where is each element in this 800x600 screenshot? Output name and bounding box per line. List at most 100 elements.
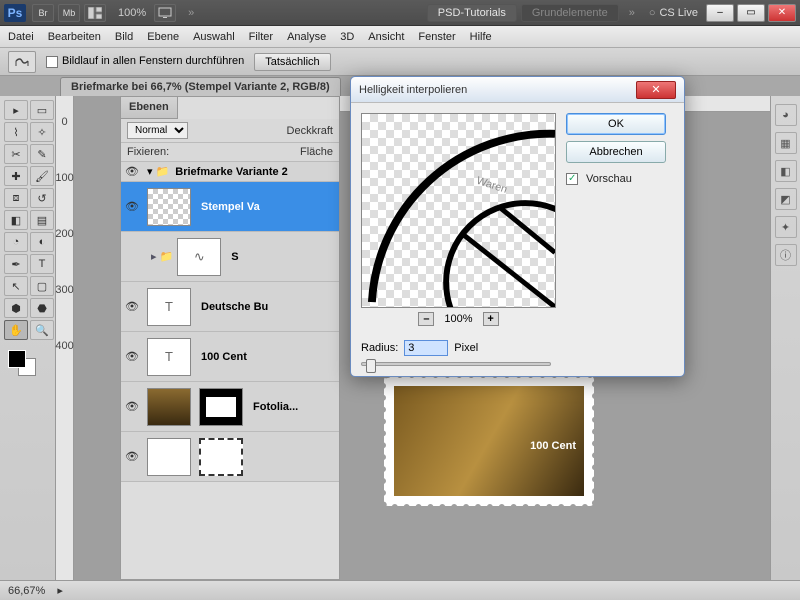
shape-tool-icon[interactable]: ▢ [30,276,54,296]
styles-panel-icon[interactable]: ✦ [775,216,797,238]
zoom-in-button[interactable]: + [483,312,499,326]
minibridge-button[interactable]: Mb [58,4,80,22]
menu-ansicht[interactable]: Ansicht [368,31,404,43]
filter-preview[interactable]: Waren [361,113,556,308]
ok-button[interactable]: OK [566,113,666,135]
menu-fenster[interactable]: Fenster [418,31,455,43]
color-swatches[interactable] [4,348,54,378]
preview-checkbox[interactable]: Vorschau [566,173,666,185]
brush-tool-icon[interactable]: 🖌 [30,166,54,186]
cs-live-button[interactable]: CS Live [649,7,698,19]
pen-tool-icon[interactable]: ✒ [4,254,28,274]
move-tool-icon[interactable]: ▸ [4,100,28,120]
layer-thumb[interactable] [147,438,191,476]
radius-input[interactable] [404,340,448,356]
dialog-close-button[interactable]: ✕ [636,81,676,99]
layer-row[interactable]: 👁 T 100 Cent [121,332,339,382]
layer-thumb[interactable]: ∿ [177,238,221,276]
dialog-titlebar[interactable]: Helligkeit interpolieren ✕ [351,77,684,103]
type-tool-icon[interactable]: T [30,254,54,274]
path-select-icon[interactable]: ↖ [4,276,28,296]
eraser-tool-icon[interactable]: ◧ [4,210,28,230]
menu-analyse[interactable]: Analyse [287,31,326,43]
current-tool-icon[interactable] [8,51,36,73]
menu-bearbeiten[interactable]: Bearbeiten [48,31,101,43]
foreground-color-swatch[interactable] [8,350,26,368]
3d-tool-icon[interactable]: ⬢ [4,298,28,318]
arrange-documents-icon[interactable] [84,4,106,22]
zoom-out-button[interactable]: – [418,312,434,326]
scroll-all-windows-checkbox[interactable]: Bildlauf in allen Fenstern durchführen [46,55,244,67]
layer-thumb[interactable] [147,188,191,226]
3d-camera-icon[interactable]: ⬣ [30,298,54,318]
layer-row[interactable]: 👁 [121,432,339,482]
cancel-button[interactable]: Abbrechen [566,141,666,163]
menu-ebene[interactable]: Ebene [147,31,179,43]
masks-panel-icon[interactable]: ◩ [775,188,797,210]
workspace-tab-tutorials[interactable]: PSD-Tutorials [427,4,517,22]
layer-group[interactable]: 👁 ▾ 📁 Briefmarke Variante 2 [121,162,339,182]
swatches-panel-icon[interactable]: ▦ [775,132,797,154]
layer-mask-thumb[interactable] [199,388,243,426]
visibility-icon[interactable]: 👁 [121,450,143,463]
wand-tool-icon[interactable]: ✧ [30,122,54,142]
layer-thumb[interactable]: T [147,288,191,326]
screenmode-icon[interactable] [154,4,176,22]
interpolate-dialog: Helligkeit interpolieren ✕ Waren – 100% … [350,76,685,377]
hand-tool-icon[interactable]: ✋ [4,320,28,340]
actual-pixels-button[interactable]: Tatsächlich [254,53,330,71]
layer-thumb[interactable] [147,388,191,426]
layers-tab[interactable]: Ebenen [121,97,178,119]
layer-row[interactable]: ▸ 📁 ∿ S [121,232,339,282]
layer-group-name: Briefmarke Variante 2 [169,166,339,178]
gradient-tool-icon[interactable]: ▤ [30,210,54,230]
maximize-button[interactable]: ▭ [737,4,765,22]
info-panel-icon[interactable]: ⓘ [775,244,797,266]
menu-bild[interactable]: Bild [115,31,133,43]
svg-text:Waren: Waren [475,175,509,196]
blend-mode-select[interactable]: Normal [127,122,188,139]
close-button[interactable]: ✕ [768,4,796,22]
color-panel-icon[interactable]: ◕ [775,104,797,126]
eyedropper-tool-icon[interactable]: ✎ [30,144,54,164]
history-brush-icon[interactable]: ↺ [30,188,54,208]
layer-row[interactable]: 👁 Stempel Va [121,182,339,232]
minimize-button[interactable]: – [706,4,734,22]
menu-hilfe[interactable]: Hilfe [470,31,492,43]
visibility-icon[interactable]: 👁 [121,400,143,413]
stamp-text: 100 Cent [530,440,576,452]
layer-mask-thumb[interactable] [199,438,243,476]
layer-thumb[interactable]: T [147,338,191,376]
zoom-tool-icon[interactable]: 🔍 [30,320,54,340]
adjustments-panel-icon[interactable]: ◧ [775,160,797,182]
visibility-icon[interactable]: 👁 [121,300,143,313]
layer-row[interactable]: 👁 T Deutsche Bu [121,282,339,332]
visibility-icon[interactable]: 👁 [121,165,143,178]
layer-row[interactable]: 👁 Fotolia... [121,382,339,432]
menu-auswahl[interactable]: Auswahl [193,31,235,43]
crop-tool-icon[interactable]: ✂ [4,144,28,164]
menu-datei[interactable]: Datei [8,31,34,43]
visibility-icon[interactable]: 👁 [121,350,143,363]
dodge-tool-icon[interactable]: ◐ [30,232,54,252]
layers-panel: Ebenen Normal Deckkraft Fixieren: Fläche… [120,96,340,580]
marquee-tool-icon[interactable]: ▭ [30,100,54,120]
document-tab[interactable]: Briefmarke bei 66,7% (Stempel Variante 2… [60,77,341,96]
stamp-tool-icon[interactable]: ⧈ [4,188,28,208]
heal-tool-icon[interactable]: ✚ [4,166,28,186]
blur-tool-icon[interactable]: ◔ [4,232,28,252]
menu-filter[interactable]: Filter [249,31,273,43]
app-zoom-display[interactable]: 100% [118,7,146,19]
bridge-button[interactable]: Br [32,4,54,22]
status-zoom[interactable]: 66,67% [8,585,45,597]
visibility-icon[interactable]: 👁 [121,200,143,213]
status-info-icon[interactable]: ▸ [57,584,63,597]
radius-slider[interactable] [361,362,551,366]
workspace-tab-grundelemente[interactable]: Grundelemente [521,4,619,22]
chevron-right-icon: » [188,7,194,19]
lasso-tool-icon[interactable]: ⌇ [4,122,28,142]
right-panel-strip: ◕ ▦ ◧ ◩ ✦ ⓘ [770,96,800,580]
stamp-artwork: 100 Cent [384,376,594,506]
menu-3d[interactable]: 3D [340,31,354,43]
dialog-title: Helligkeit interpolieren [359,84,467,96]
